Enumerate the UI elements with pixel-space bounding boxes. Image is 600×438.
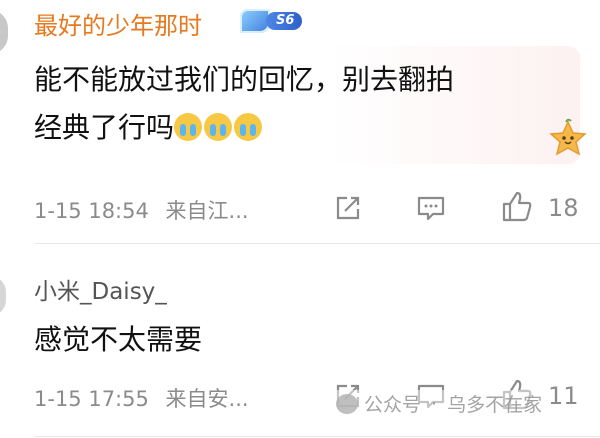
comment-location: 来自安... bbox=[165, 387, 249, 411]
crying-face-icon bbox=[234, 113, 263, 141]
star-sticker-icon bbox=[549, 118, 587, 156]
wechat-logo-icon bbox=[336, 393, 358, 414]
avatar[interactable] bbox=[0, 276, 6, 316]
watermark-source: 公众号 bbox=[364, 394, 422, 416]
comment-meta: 1-15 18:54 来自江... bbox=[34, 195, 249, 225]
divider bbox=[34, 243, 600, 244]
comment-text: 能不能放过我们的回忆，别去翻拍 经典了行吗 bbox=[34, 56, 514, 152]
watermark-name: 乌多不在家 bbox=[447, 394, 543, 416]
like-icon[interactable] bbox=[500, 190, 534, 224]
crying-face-icon bbox=[204, 113, 233, 141]
vip-badge: S6 bbox=[240, 8, 314, 34]
vip-level: S6 bbox=[266, 12, 303, 30]
avatar[interactable] bbox=[0, 10, 8, 54]
crying-face-icon bbox=[174, 113, 203, 141]
reply-icon[interactable] bbox=[416, 193, 446, 223]
comment-username[interactable]: 小米_Daisy_ bbox=[34, 272, 167, 306]
comment-location: 来自江... bbox=[165, 199, 249, 223]
comment-timestamp: 1-15 17:55 bbox=[34, 387, 149, 411]
comment-text-line2: 经典了行吗 bbox=[34, 111, 175, 144]
divider bbox=[34, 436, 600, 437]
comment-text-line1: 能不能放过我们的回忆，别去翻拍 bbox=[34, 63, 455, 96]
comment-meta: 1-15 17:55 来自安... bbox=[34, 383, 249, 413]
watermark-separator: · bbox=[431, 392, 438, 415]
comment-timestamp: 1-15 18:54 bbox=[34, 199, 149, 223]
watermark: 公众号 · 乌多不在家 bbox=[336, 390, 543, 417]
comment-text: 感觉不太需要 bbox=[34, 323, 203, 356]
like-count: 11 bbox=[548, 382, 579, 410]
like-count: 18 bbox=[548, 194, 579, 222]
comment-username[interactable]: 最好的少年那时 bbox=[34, 6, 202, 41]
share-icon[interactable] bbox=[333, 193, 363, 223]
